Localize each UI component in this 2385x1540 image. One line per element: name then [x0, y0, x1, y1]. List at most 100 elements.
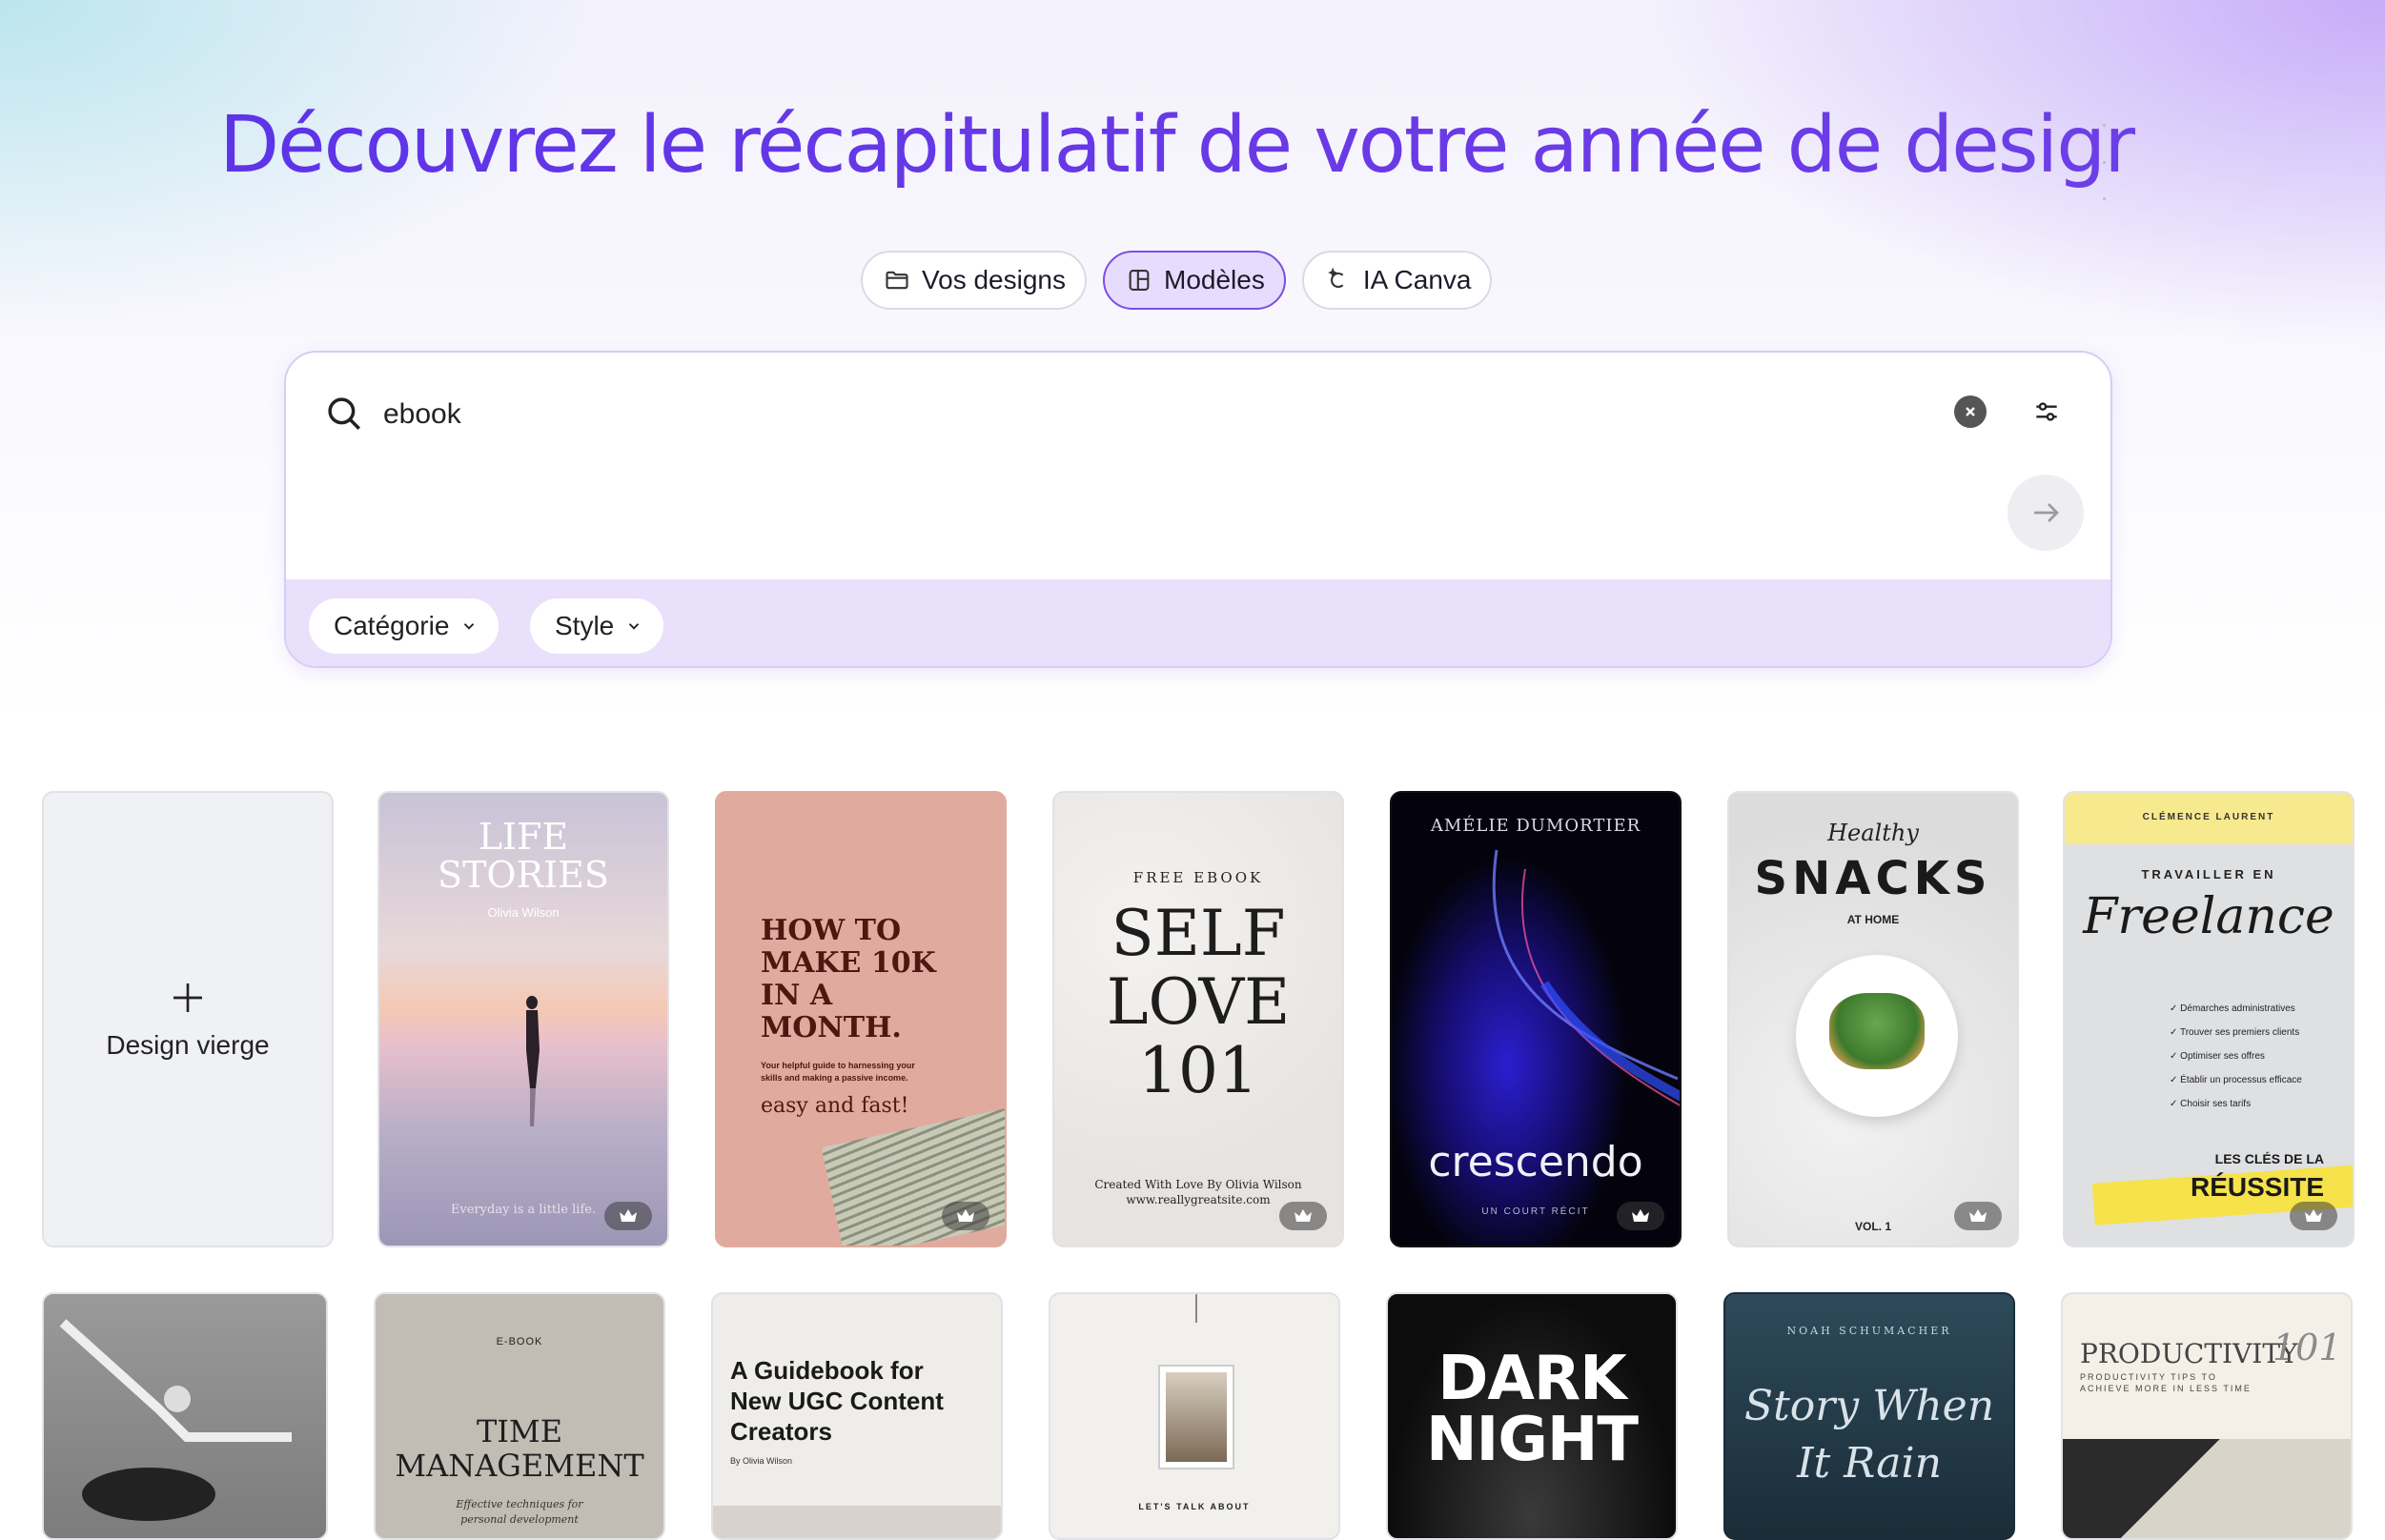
premium-crown-icon [2290, 1202, 2337, 1230]
premium-crown-icon [942, 1202, 989, 1230]
template-kicker: TRAVAILLER EN [2141, 867, 2276, 881]
template-card-time-management[interactable]: E-BOOK TIME MANAGEMENT Effective techniq… [374, 1292, 665, 1540]
template-title: LIFE STORIES [438, 816, 609, 896]
chevron-down-icon [464, 623, 475, 630]
template-card-ugc-guidebook[interactable]: A Guidebook for New UGC Content Creators… [711, 1292, 1003, 1540]
arrow-right-icon [2034, 503, 2059, 522]
blank-design-label: Design vierge [106, 1029, 270, 1060]
template-title-line: Creators [730, 1417, 832, 1446]
search-mode-tabs: Vos designs Modèles IA Canva [861, 251, 1493, 310]
template-subtitle: Your helpful guide to harnessing your sk… [761, 1061, 915, 1083]
canva-ai-icon [1328, 267, 1344, 289]
premium-crown-icon [604, 1202, 652, 1230]
tab-ia-canva[interactable]: IA Canva [1301, 251, 1493, 310]
template-script: Healthy [1827, 820, 1919, 846]
plus-icon [173, 983, 202, 1012]
checklist-item: ✓ Démarches administratives [2170, 1003, 2295, 1014]
submit-search-button[interactable] [2008, 475, 2084, 551]
filter-bar: Catégorie Style [286, 579, 2110, 666]
template-title-line: DARK [1437, 1344, 1627, 1414]
template-title-line: SELF [1111, 897, 1286, 970]
premium-crown-icon [1954, 1202, 2002, 1230]
checklist-item: ✓ Trouver ses premiers clients [2170, 1027, 2300, 1038]
template-footer: RÉUSSITE [2190, 1172, 2324, 1202]
template-subtitle: Effective techniques for [456, 1498, 583, 1510]
checklist-item: ✓ Choisir ses tarifs [2170, 1099, 2252, 1109]
template-photo [713, 1506, 1001, 1538]
template-title-line: LOVE [1106, 965, 1291, 1039]
blank-design-card[interactable]: Design vierge [42, 791, 334, 1247]
template-card-lets-talk[interactable]: LET'S TALK ABOUT [1049, 1292, 1340, 1540]
checklist-item: ✓ Établir un processus efficace [2170, 1075, 2302, 1085]
category-filter-dropdown[interactable]: Catégorie [309, 598, 499, 654]
search-icon [328, 397, 360, 430]
template-kicker: FREE EBOOK [1132, 869, 1264, 886]
more-options-icon[interactable] [2101, 124, 2107, 200]
template-photo [2063, 1439, 2351, 1538]
search-panel: Catégorie Style [284, 351, 2112, 668]
template-title-line: MANAGEMENT [395, 1448, 644, 1484]
tab-label: Vos designs [922, 265, 1066, 294]
style-filter-dropdown[interactable]: Style [530, 598, 664, 654]
template-author: Olivia Wilson [487, 905, 560, 920]
template-title-line: 101 [1138, 1034, 1258, 1107]
figure-silhouette-image [526, 996, 540, 1126]
clear-search-button[interactable] [1954, 395, 1987, 428]
template-card-story-rain[interactable]: NOAH SCHUMACHER Story When It Rain [1723, 1292, 2015, 1540]
template-title: SNACKS [1754, 852, 1992, 905]
template-author: NOAH SCHUMACHER [1786, 1325, 1952, 1337]
sliders-icon [2036, 402, 2057, 421]
template-footer: Created With Love By Olivia Wilson [1094, 1178, 1302, 1191]
close-icon [1966, 407, 1975, 416]
folder-icon [886, 271, 908, 290]
template-author: AMÉLIE DUMORTIER [1430, 816, 1641, 836]
template-card-self-love[interactable]: FREE EBOOK SELF LOVE 101 Created With Lo… [1052, 791, 1344, 1247]
template-title: HOW TO MAKE 10K IN A MONTH. [761, 914, 936, 1044]
page-title: Découvrez le récapitulatif de votre anné… [219, 100, 2153, 191]
tab-label: IA Canva [1362, 265, 1472, 294]
template-title-line: New UGC Content [730, 1387, 944, 1415]
template-card-productivity[interactable]: PRODUCTIVITY 101 PRODUCTIVITY TIPS TO AC… [2061, 1292, 2353, 1540]
template-title-line: A Guidebook for [730, 1356, 924, 1385]
template-footer: LET'S TALK ABOUT [1138, 1502, 1251, 1511]
template-subtitle: ACHIEVE MORE IN LESS TIME [2080, 1384, 2252, 1393]
framed-photo [1158, 1365, 1234, 1469]
checklist: ✓ Démarches administratives ✓ Trouver se… [2170, 997, 2302, 1116]
plate-image [1796, 955, 1958, 1117]
template-script: 101 [2273, 1327, 2342, 1368]
template-icon [1129, 270, 1150, 291]
template-card-dark-night[interactable]: DARK NIGHT [1386, 1292, 1678, 1540]
template-card-crescendo[interactable]: AMÉLIE DUMORTIER crescendo UN COURT RÉCI… [1390, 791, 1682, 1247]
tab-modeles[interactable]: Modèles [1103, 251, 1286, 310]
template-subtitle: personal development [460, 1513, 579, 1526]
style-filter-label: Style [555, 611, 615, 640]
template-title-line: TIME [476, 1413, 563, 1449]
template-tagline: easy and fast! [761, 1094, 909, 1118]
template-script: It Rain [1797, 1439, 1942, 1488]
template-card-make-10k[interactable]: HOW TO MAKE 10K IN A MONTH. Your helpful… [715, 791, 1007, 1247]
dancer-image [59, 1319, 292, 1521]
tab-vos-designs[interactable]: Vos designs [861, 251, 1087, 310]
chevron-down-icon [629, 623, 640, 630]
premium-crown-icon [1617, 1202, 1664, 1230]
template-subtitle: PRODUCTIVITY TIPS TO [2080, 1372, 2217, 1382]
template-title: crescendo [1428, 1138, 1643, 1186]
template-script: Freelance [2083, 888, 2334, 945]
template-author: By Olivia Wilson [730, 1456, 793, 1466]
template-card-freelance[interactable]: CLÉMENCE LAURENT TRAVAILLER EN Freelance… [2063, 791, 2354, 1247]
template-card-healthy-snacks[interactable]: Healthy SNACKS AT HOME VOL. 1 [1727, 791, 2019, 1247]
template-script: Story When [1743, 1382, 1995, 1430]
template-title: PRODUCTIVITY [2080, 1338, 2298, 1369]
template-footer: LES CLÉS DE LA [2214, 1151, 2324, 1166]
category-filter-label: Catégorie [334, 611, 450, 640]
template-kicker: E-BOOK [496, 1336, 543, 1348]
search-input[interactable] [381, 391, 2101, 438]
template-card-ballet[interactable] [42, 1292, 328, 1540]
filter-settings-button[interactable] [2028, 394, 2065, 430]
template-card-life-stories[interactable]: LIFE STORIES Olivia Wilson Everyday is a… [377, 791, 669, 1247]
tab-label: Modèles [1164, 265, 1265, 294]
template-subtitle: AT HOME [1846, 913, 1900, 926]
premium-crown-icon [1279, 1202, 1327, 1230]
template-author: CLÉMENCE LAURENT [2142, 812, 2275, 822]
checklist-item: ✓ Optimiser ses offres [2170, 1051, 2265, 1062]
